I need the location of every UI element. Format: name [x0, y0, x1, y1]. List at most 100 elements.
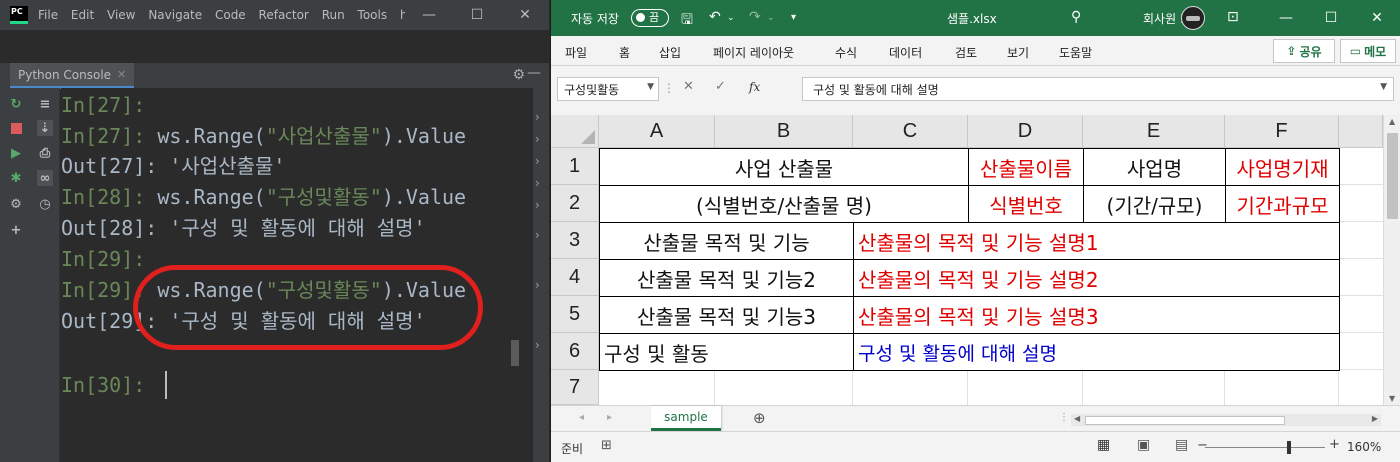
- column-header-g[interactable]: [1339, 115, 1383, 148]
- maximize-button[interactable]: ☐: [453, 0, 501, 30]
- tab-file[interactable]: 파일: [565, 44, 587, 61]
- redo-dropdown-icon[interactable]: ⌄: [767, 13, 775, 23]
- zoom-in-icon[interactable]: +: [1329, 437, 1340, 452]
- formula-input[interactable]: 구성 및 활동에 대해 설명 ▼: [802, 77, 1394, 101]
- customize-qat-icon[interactable]: ▾: [791, 12, 796, 23]
- horizontal-scrollbar[interactable]: ◀ ▶: [1071, 414, 1381, 426]
- horizontal-scrollbar-thumb[interactable]: [1085, 416, 1285, 425]
- vertical-scrollbar[interactable]: ▲ ▼: [1383, 115, 1400, 405]
- chevron-right-icon[interactable]: ›: [535, 176, 540, 190]
- scroll-right-icon[interactable]: ▶: [1372, 414, 1378, 423]
- scroll-left-icon[interactable]: ◀: [1074, 414, 1080, 423]
- menu-navigate[interactable]: Navigate: [148, 8, 202, 22]
- settings-icon[interactable]: ⚙: [8, 196, 24, 212]
- insert-function-icon[interactable]: fx: [749, 80, 760, 94]
- print-icon[interactable]: ⎙: [37, 145, 53, 161]
- tab-data[interactable]: 데이터: [889, 44, 922, 61]
- execute-icon[interactable]: ▶: [8, 145, 24, 161]
- cell-c6-merged[interactable]: 구성 및 활동에 대해 설명: [853, 333, 1340, 371]
- close-button[interactable]: ✕: [501, 0, 549, 30]
- console-scrollbar-thumb[interactable]: [511, 340, 519, 366]
- share-button[interactable]: ⇪ 공유: [1273, 39, 1335, 63]
- debug-icon[interactable]: ✱: [8, 170, 24, 186]
- enter-icon[interactable]: ✓: [715, 79, 726, 94]
- row-header-7[interactable]: 7: [551, 370, 599, 405]
- expand-formula-icon[interactable]: ▼: [1380, 82, 1387, 92]
- menu-view[interactable]: View: [107, 8, 135, 22]
- chevron-right-icon[interactable]: ›: [535, 110, 540, 124]
- avatar[interactable]: [1181, 6, 1205, 30]
- menu-tools[interactable]: Tools: [358, 8, 388, 22]
- soft-wrap-icon[interactable]: ≡: [37, 96, 53, 112]
- tab-view[interactable]: 보기: [1007, 44, 1029, 61]
- column-header-f[interactable]: F: [1225, 115, 1339, 148]
- cell-c5-merged[interactable]: 산출물의 목적 및 기능 설명3: [853, 296, 1340, 334]
- chevron-right-icon[interactable]: ›: [535, 228, 540, 242]
- name-box[interactable]: 구성및활동 ▼: [557, 77, 659, 101]
- cell-a4-merged[interactable]: 산출물 목적 및 기능2: [599, 259, 854, 297]
- stop-icon[interactable]: [8, 120, 24, 136]
- row-header-4[interactable]: 4: [551, 259, 599, 296]
- close-button[interactable]: ✕: [1354, 0, 1400, 36]
- cell-a2-merged[interactable]: (식별번호/산출물 명): [599, 185, 969, 223]
- tab-home[interactable]: 홈: [619, 44, 630, 61]
- column-header-e[interactable]: E: [1083, 115, 1225, 148]
- rerun-icon[interactable]: ↻: [8, 96, 24, 112]
- cell-a1-merged[interactable]: 사업 산출물: [599, 148, 969, 186]
- maximize-button[interactable]: ☐: [1308, 0, 1354, 36]
- minimize-button[interactable]: —: [1263, 0, 1309, 36]
- chevron-right-icon[interactable]: ›: [535, 278, 540, 292]
- tab-help[interactable]: 도움말: [1059, 44, 1092, 61]
- vertical-scrollbar-thumb[interactable]: [1387, 133, 1398, 219]
- zoom-slider-thumb[interactable]: [1287, 441, 1291, 454]
- accessibility-icon[interactable]: ⊞: [601, 438, 612, 453]
- tab-page-layout[interactable]: 페이지 레이아웃: [713, 44, 794, 61]
- chevron-right-icon[interactable]: ›: [535, 198, 540, 212]
- cell-a3-merged[interactable]: 산출물 목적 및 기능: [599, 222, 854, 260]
- chevron-right-icon[interactable]: ›: [535, 154, 540, 168]
- row-header-3[interactable]: 3: [551, 222, 599, 259]
- column-header-a[interactable]: A: [599, 115, 715, 148]
- cell-d2[interactable]: 식별번호: [968, 185, 1084, 223]
- normal-view-icon[interactable]: ▦: [1097, 437, 1110, 453]
- cell-e2[interactable]: (기간/규모): [1083, 185, 1226, 223]
- splitter-icon[interactable]: ⋮: [1059, 412, 1069, 423]
- column-header-d[interactable]: D: [968, 115, 1083, 148]
- menu-file[interactable]: File: [38, 8, 58, 22]
- save-icon[interactable]: 🖫: [681, 9, 693, 33]
- cell-a6-merged[interactable]: 구성 및 활동: [599, 333, 854, 371]
- menu-edit[interactable]: Edit: [71, 8, 94, 22]
- hide-panel-icon[interactable]: —: [527, 65, 541, 81]
- chevron-right-icon[interactable]: ›: [535, 132, 540, 146]
- tab-insert[interactable]: 삽입: [659, 44, 681, 61]
- worksheet-grid[interactable]: A B C D E F 1 2 3 4 5 6 7 사업 산출물 산출물이름 사…: [551, 115, 1383, 405]
- comments-button[interactable]: ▭ 메모: [1340, 39, 1396, 63]
- ribbon-display-icon[interactable]: ⊡: [1227, 9, 1239, 25]
- cell-a5-merged[interactable]: 산출물 목적 및 기능3: [599, 296, 854, 334]
- cell-f1[interactable]: 사업명기재: [1225, 148, 1340, 186]
- page-break-view-icon[interactable]: ▤: [1175, 437, 1188, 453]
- show-variables-icon[interactable]: ∞: [37, 170, 53, 186]
- column-header-b[interactable]: B: [715, 115, 853, 148]
- row-header-1[interactable]: 1: [551, 148, 599, 185]
- column-header-c[interactable]: C: [853, 115, 968, 148]
- cell-d1[interactable]: 산출물이름: [968, 148, 1084, 186]
- gear-icon[interactable]: ⚙: [512, 67, 525, 83]
- scroll-to-end-icon[interactable]: ⇣: [37, 120, 53, 136]
- tab-review[interactable]: 검토: [955, 44, 977, 61]
- add-sheet-icon[interactable]: ⊕: [753, 409, 766, 427]
- cell-c4-merged[interactable]: 산출물의 목적 및 기능 설명2: [853, 259, 1340, 297]
- undo-dropdown-icon[interactable]: ⌄: [727, 13, 735, 23]
- redo-icon[interactable]: ↷: [749, 9, 761, 25]
- prev-sheet-icon[interactable]: ◂: [579, 412, 584, 423]
- row-header-5[interactable]: 5: [551, 296, 599, 333]
- minimize-button[interactable]: —: [405, 0, 453, 30]
- scroll-up-icon[interactable]: ▲: [1389, 117, 1395, 126]
- chevron-down-icon[interactable]: ▼: [647, 82, 654, 92]
- console-scrollbar[interactable]: [520, 88, 533, 462]
- autosave-toggle[interactable]: 끔: [631, 9, 669, 27]
- tab-python-console[interactable]: Python Console ✕: [10, 63, 135, 89]
- cell-f2[interactable]: 기간과규모: [1225, 185, 1340, 223]
- splitter-icon[interactable]: ⋮: [663, 81, 675, 95]
- zoom-out-icon[interactable]: −: [1197, 438, 1208, 453]
